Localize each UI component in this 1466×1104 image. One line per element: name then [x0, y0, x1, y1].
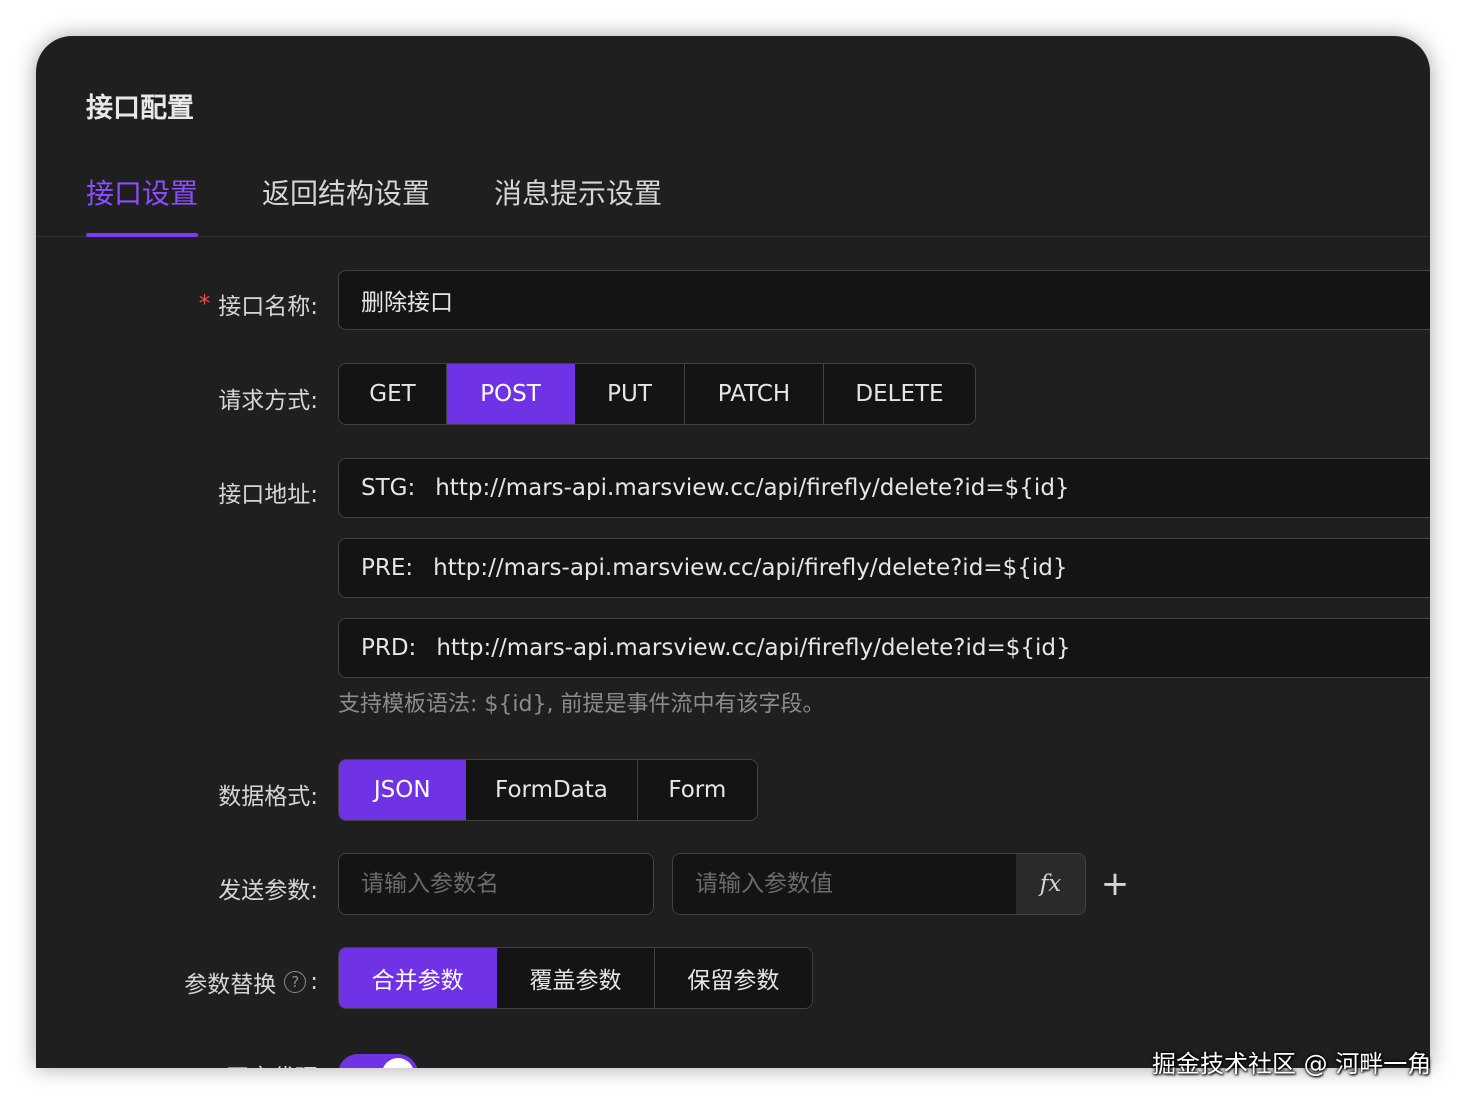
format-label: 数据格式: — [218, 784, 318, 810]
proxy-switch[interactable] — [338, 1054, 418, 1068]
api-config-panel: 接口配置 接口设置 返回结构设置 消息提示设置 * 接口名称: 删除接口 请求方… — [36, 36, 1430, 1068]
env-pre-url: http://mars-api.marsview.cc/api/firefly/… — [433, 555, 1068, 581]
replace-label-colon: : — [310, 969, 318, 995]
question-circle-icon[interactable]: ? — [284, 971, 307, 993]
method-put-button[interactable]: PUT — [575, 364, 685, 424]
format-formdata-button[interactable]: FormData — [466, 760, 638, 820]
replace-label-text: 参数替换 — [184, 972, 277, 998]
proxy-label: 开启代理 — [226, 1058, 318, 1068]
env-pre-prefix: PRE: — [361, 555, 414, 581]
switch-knob — [382, 1058, 414, 1068]
replace-keep-button[interactable]: 保留参数 — [654, 948, 812, 1008]
address-stg-input[interactable]: STG: http://mars-api.marsview.cc/api/fir… — [338, 458, 1430, 518]
tab-message-settings[interactable]: 消息提示设置 — [494, 172, 662, 212]
tab-api-settings[interactable]: 接口设置 — [86, 172, 198, 212]
replace-merge-button[interactable]: 合并参数 — [339, 948, 498, 1008]
address-label: 接口地址: — [218, 482, 318, 508]
address-prd-input[interactable]: PRD: http://mars-api.marsview.cc/api/fir… — [338, 618, 1430, 678]
address-hint: 支持模板语法: ${id}, 前提是事件流中有该字段。 — [338, 692, 825, 717]
fx-expression-button[interactable]: fx — [1016, 853, 1086, 915]
params-label: 发送参数: — [218, 878, 318, 904]
api-name-value: 删除接口 — [361, 290, 453, 316]
replace-label: 参数替换 ? : — [184, 965, 318, 999]
method-patch-button[interactable]: PATCH — [685, 364, 824, 424]
env-prd-url: http://mars-api.marsview.cc/api/firefly/… — [436, 635, 1071, 661]
tab-response-structure[interactable]: 返回结构设置 — [262, 172, 430, 212]
format-json-button[interactable]: JSON — [339, 760, 467, 820]
add-param-icon[interactable]: + — [1100, 862, 1130, 906]
format-segmented: JSON FormData Form — [338, 759, 758, 821]
address-pre-input[interactable]: PRE: http://mars-api.marsview.cc/api/fir… — [338, 538, 1430, 598]
method-post-button[interactable]: POST — [447, 364, 575, 424]
tab-bar: 接口设置 返回结构设置 消息提示设置 — [36, 156, 1430, 237]
api-name-label: * 接口名称: — [199, 287, 318, 321]
watermark: 掘金技术社区 @ 河畔一角 — [1152, 1050, 1432, 1078]
env-stg-prefix: STG: — [361, 475, 416, 501]
panel-title: 接口配置 — [86, 93, 194, 124]
required-mark: * — [198, 291, 211, 317]
method-get-button[interactable]: GET — [339, 364, 447, 424]
api-name-label-text: 接口名称: — [218, 294, 318, 320]
env-stg-url: http://mars-api.marsview.cc/api/firefly/… — [435, 475, 1070, 501]
method-label: 请求方式: — [218, 388, 318, 414]
param-name-input[interactable] — [338, 853, 654, 915]
format-form-button[interactable]: Form — [637, 760, 757, 820]
replace-override-button[interactable]: 覆盖参数 — [497, 948, 655, 1008]
method-delete-button[interactable]: DELETE — [824, 364, 975, 424]
method-segmented: GET POST PUT PATCH DELETE — [338, 363, 976, 425]
replace-segmented: 合并参数 覆盖参数 保留参数 — [338, 947, 813, 1009]
api-name-input[interactable]: 删除接口 — [338, 270, 1430, 330]
param-value-input[interactable] — [672, 853, 1017, 915]
env-prd-prefix: PRD: — [361, 635, 417, 661]
active-tab-indicator — [86, 233, 198, 237]
